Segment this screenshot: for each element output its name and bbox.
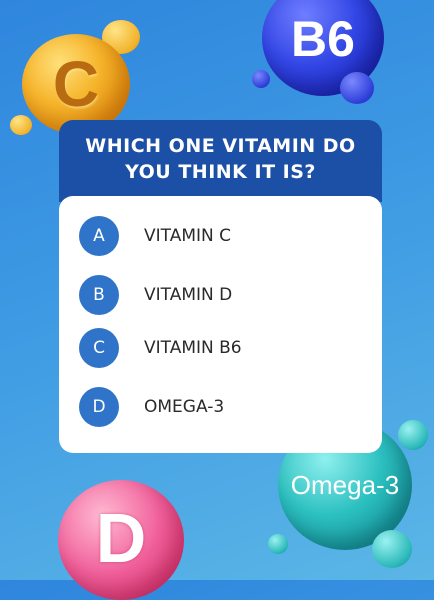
answer-option-b[interactable]: B VITAMIN D — [79, 275, 232, 315]
answer-option-c[interactable]: C VITAMIN B6 — [79, 328, 242, 368]
option-letter-badge: A — [79, 216, 119, 256]
answer-card: A VITAMIN C B VITAMIN D C VITAMIN B6 D O… — [59, 196, 382, 453]
vitamin-b6-bubble-label: B6 — [291, 11, 355, 67]
option-label: VITAMIN D — [144, 285, 233, 305]
answer-option-a[interactable]: A VITAMIN C — [79, 216, 231, 256]
omega-3-small-bubble — [398, 420, 428, 450]
answer-option-d[interactable]: D OMEGA-3 — [79, 387, 224, 427]
vitamin-c-bubble-label: C — [52, 48, 100, 120]
question-title: WHICH ONE VITAMIN DO YOU THINK IT IS? — [85, 135, 356, 183]
vitamin-d-bubble-label: D — [95, 499, 147, 577]
option-label: VITAMIN C — [144, 226, 232, 246]
omega-3-bubble-label: Omega-3 — [290, 469, 400, 500]
option-label: VITAMIN B6 — [144, 338, 242, 358]
option-letter-badge: C — [79, 328, 119, 368]
option-label: OMEGA-3 — [144, 397, 225, 417]
option-letter-badge: B — [79, 275, 119, 315]
omega-3-small-bubble — [372, 530, 412, 568]
option-letter-badge: D — [79, 387, 119, 427]
question-header: WHICH ONE VITAMIN DO YOU THINK IT IS? — [59, 120, 382, 202]
omega-3-small-bubble — [268, 534, 288, 554]
